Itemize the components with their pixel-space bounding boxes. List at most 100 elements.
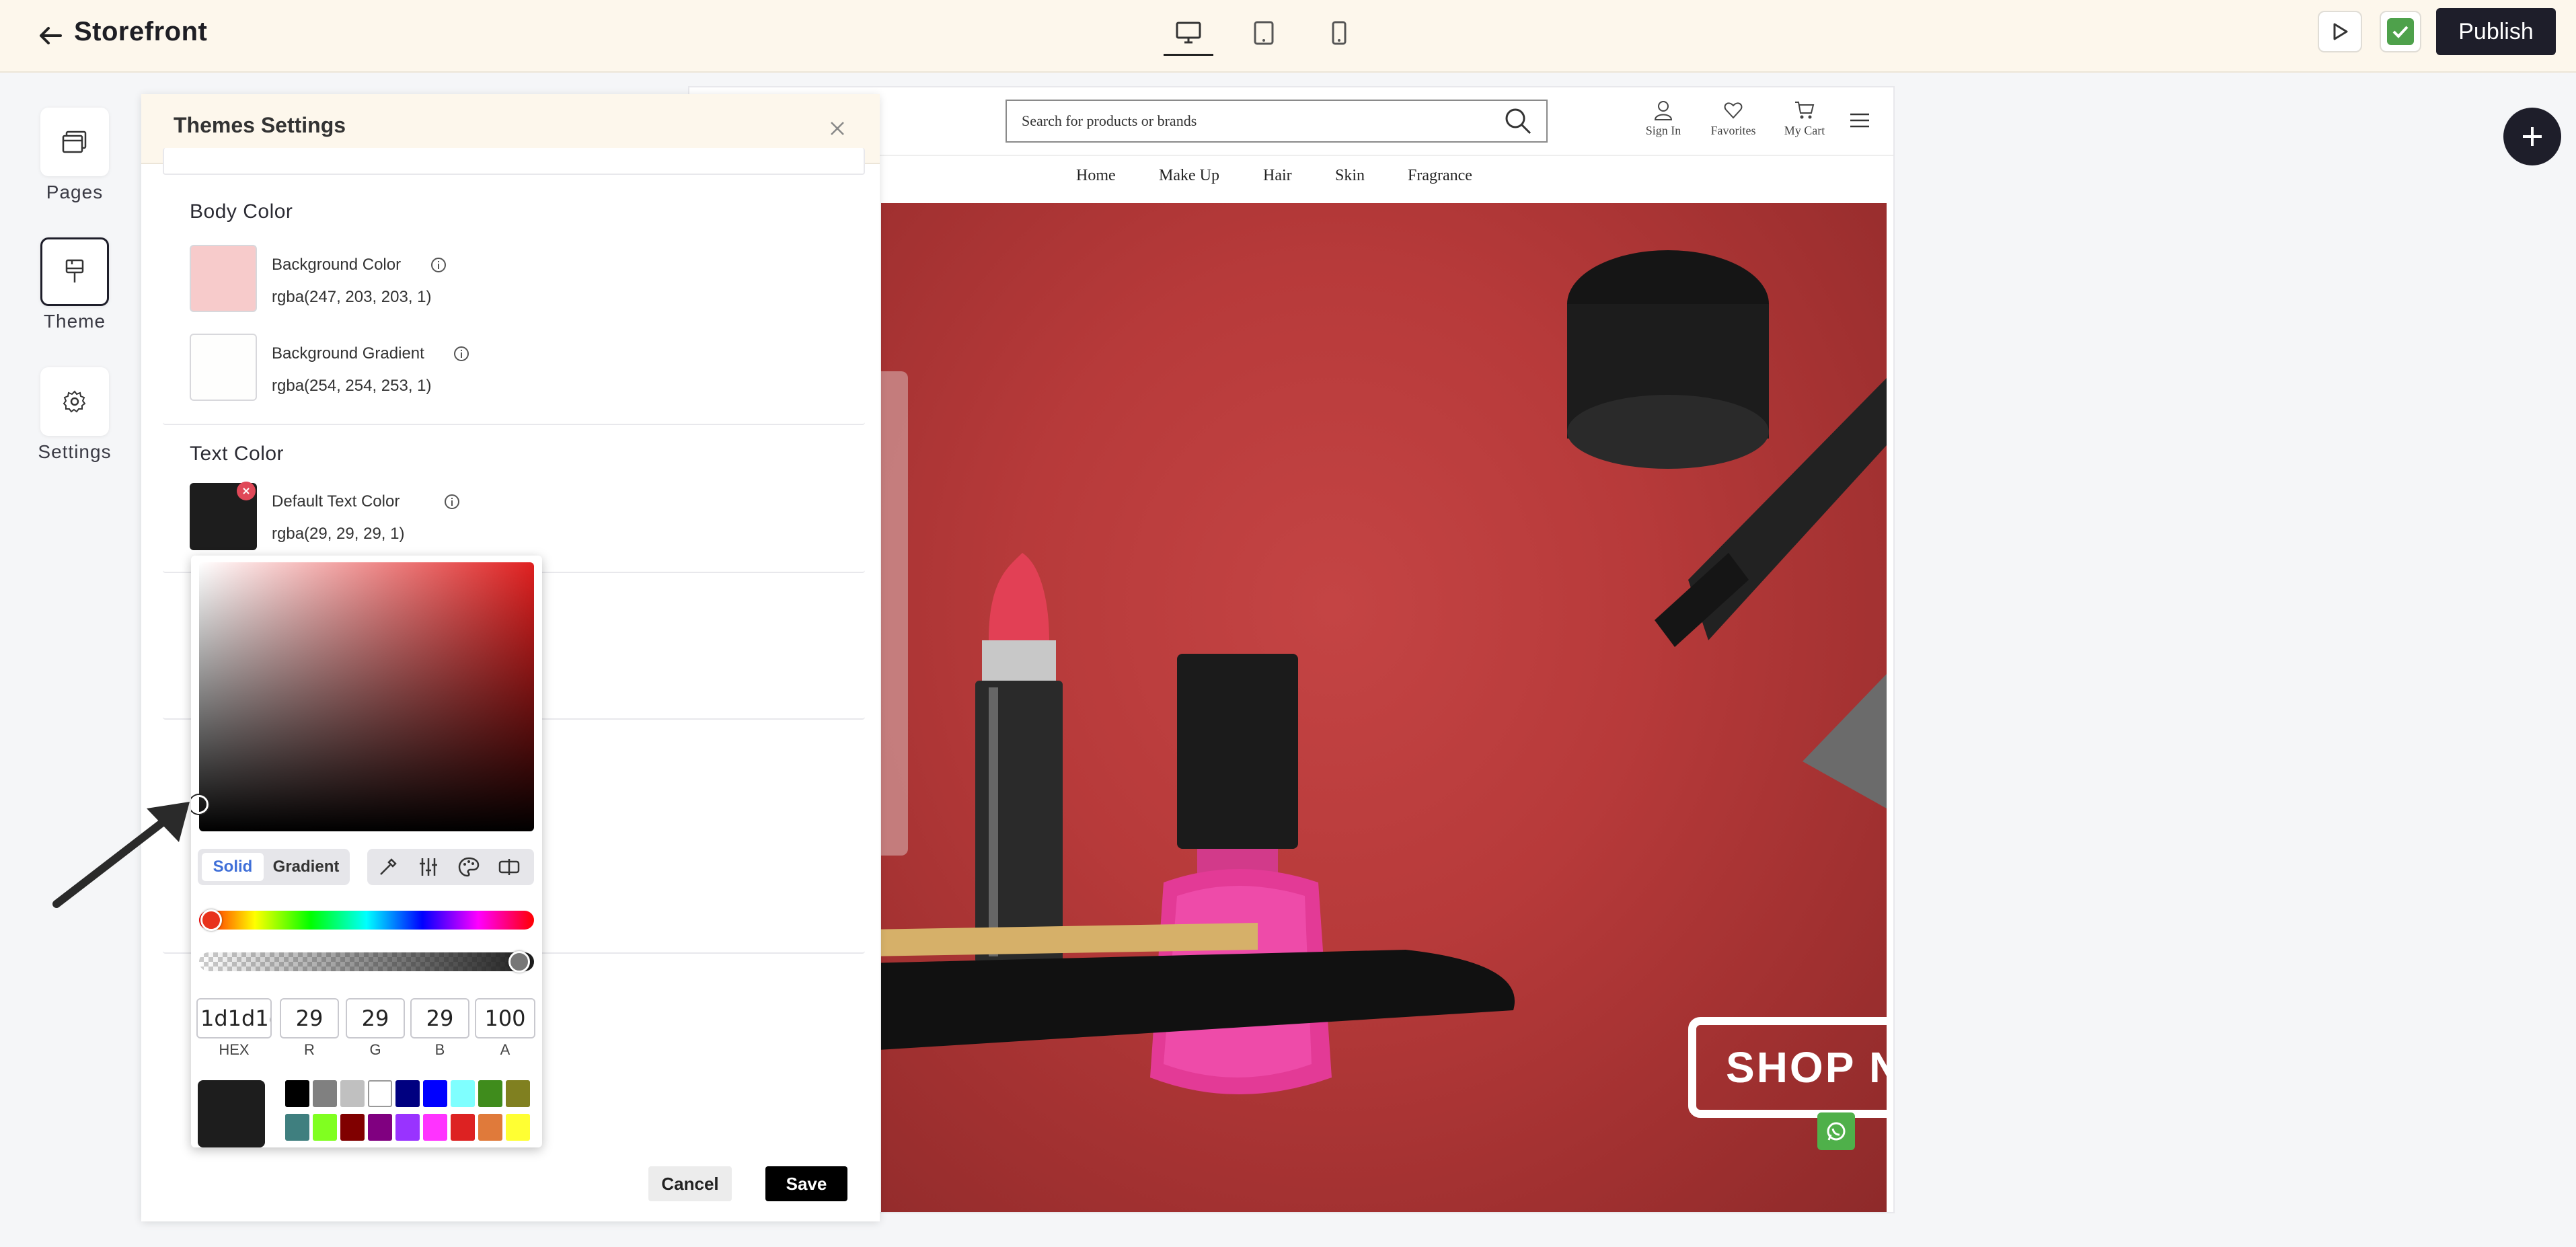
picker-toolbar [367,849,534,885]
sidebar-item-settings[interactable] [40,367,109,436]
nav-link-fragrance[interactable]: Fragrance [1408,167,1472,185]
preset-swatch[interactable] [395,1114,420,1141]
preset-swatch[interactable] [451,1080,475,1107]
current-color-preview [198,1080,265,1147]
default-text-color-label: Default Text Color [272,492,400,511]
preset-swatch[interactable] [340,1114,365,1141]
preset-swatch[interactable] [313,1080,337,1107]
preset-swatch[interactable] [423,1080,447,1107]
body-color-title: Body Color [190,200,293,223]
remove-color-icon[interactable] [237,482,256,500]
mode-toggle: Solid Gradient [198,849,350,885]
hue-handle[interactable] [200,909,222,931]
app-title: Storefront [74,17,208,46]
compare-icon[interactable] [498,856,521,878]
sliders-icon[interactable] [417,856,440,878]
alpha-slider[interactable] [199,952,534,971]
search-icon[interactable] [1502,105,1534,137]
alpha-input[interactable]: 100 [475,998,535,1038]
add-section-button[interactable] [2503,108,2561,165]
preset-swatch[interactable] [285,1080,309,1107]
annotation-arrow-icon [52,802,190,908]
preset-swatch[interactable] [313,1114,337,1141]
tablet-view-button[interactable] [1239,13,1289,52]
tablet-icon [1254,21,1274,45]
alpha-handle[interactable] [508,951,530,973]
info-icon[interactable] [453,346,469,362]
blue-label: B [434,1041,445,1058]
sign-in-label: Sign In [1645,124,1681,137]
cancel-button[interactable]: Cancel [648,1166,732,1201]
shop-now-button[interactable]: SHOP N [1688,1017,1887,1118]
whatsapp-icon[interactable] [1817,1112,1855,1150]
save-draft-button[interactable] [2380,11,2421,52]
background-color-value: rgba(247, 203, 203, 1) [272,288,432,306]
back-arrow-icon[interactable] [34,19,67,52]
background-gradient-value: rgba(254, 254, 253, 1) [272,377,432,395]
sidebar-item-theme[interactable] [40,237,109,306]
desktop-icon [1176,22,1201,44]
publish-button[interactable]: Publish [2436,8,2556,55]
mobile-icon [1332,21,1347,45]
sidebar-item-pages[interactable] [40,108,109,176]
hero-banner[interactable]: SHOP N [881,203,1887,1212]
favorites-link[interactable]: Favorites [1703,100,1764,138]
body-color-section: Body Color Background Color rgba(247, 20… [163,183,865,425]
hamburger-menu-icon[interactable] [1848,110,1872,130]
mobile-view-button[interactable] [1314,13,1364,52]
sidebar-label-settings: Settings [38,441,112,462]
background-color-swatch[interactable] [190,245,257,312]
info-icon[interactable] [444,494,460,510]
preset-swatches [285,1080,541,1147]
plus-icon [2523,127,2542,146]
heart-icon [1724,102,1743,119]
search-input[interactable]: Search for products or brands [1006,100,1548,143]
nav-link-hair[interactable]: Hair [1263,167,1292,185]
solid-mode-tab[interactable]: Solid [202,853,264,881]
info-icon[interactable] [430,257,447,273]
hex-input[interactable]: 1d1d1d [196,998,272,1038]
preset-swatch[interactable] [368,1080,392,1107]
preview-play-button[interactable] [2318,11,2362,52]
preset-swatch[interactable] [423,1114,447,1141]
sidebar-label-theme: Theme [43,311,106,332]
saturation-value-area[interactable] [199,562,534,831]
palette-icon[interactable] [457,856,480,878]
background-gradient-label: Background Gradient [272,344,424,363]
green-input[interactable]: 29 [346,998,405,1038]
preset-swatch[interactable] [451,1114,475,1141]
text-color-section: Text Color Default Text Color rgba(29, 2… [163,425,865,573]
background-gradient-swatch[interactable] [190,334,257,401]
hex-label: HEX [219,1041,250,1058]
preset-swatch[interactable] [506,1080,530,1107]
close-icon[interactable] [826,117,849,140]
play-icon [2333,23,2348,40]
cart-icon [1795,102,1815,119]
check-icon [2387,18,2414,45]
save-button[interactable]: Save [765,1166,847,1201]
alpha-label: A [500,1041,510,1058]
cart-link[interactable]: My Cart [1774,100,1835,138]
color-picker-popup: Solid Gradient 1d1d1d 29 29 29 100 HEX R… [191,556,542,1147]
nav-link-skin[interactable]: Skin [1335,167,1365,185]
sign-in-link[interactable]: Sign In [1633,100,1694,138]
preset-swatch[interactable] [395,1080,420,1107]
preset-swatch[interactable] [368,1114,392,1141]
preset-swatch[interactable] [478,1114,502,1141]
desktop-view-button[interactable] [1164,13,1213,52]
preset-swatch[interactable] [285,1114,309,1141]
nav-link-home[interactable]: Home [1076,167,1116,185]
cart-label: My Cart [1784,124,1825,137]
blue-input[interactable]: 29 [410,998,469,1038]
preset-swatch[interactable] [506,1114,530,1141]
preset-swatch[interactable] [478,1080,502,1107]
hue-slider[interactable] [199,911,534,930]
nav-link-make-up[interactable]: Make Up [1159,167,1219,185]
gradient-mode-tab[interactable]: Gradient [269,853,343,881]
red-input[interactable]: 29 [280,998,339,1038]
top-bar: Storefront Publish [0,0,2576,73]
preset-swatch[interactable] [340,1080,365,1107]
panel-title: Themes Settings [174,113,346,137]
eyedropper-icon[interactable] [377,856,400,878]
pages-icon [62,130,87,153]
